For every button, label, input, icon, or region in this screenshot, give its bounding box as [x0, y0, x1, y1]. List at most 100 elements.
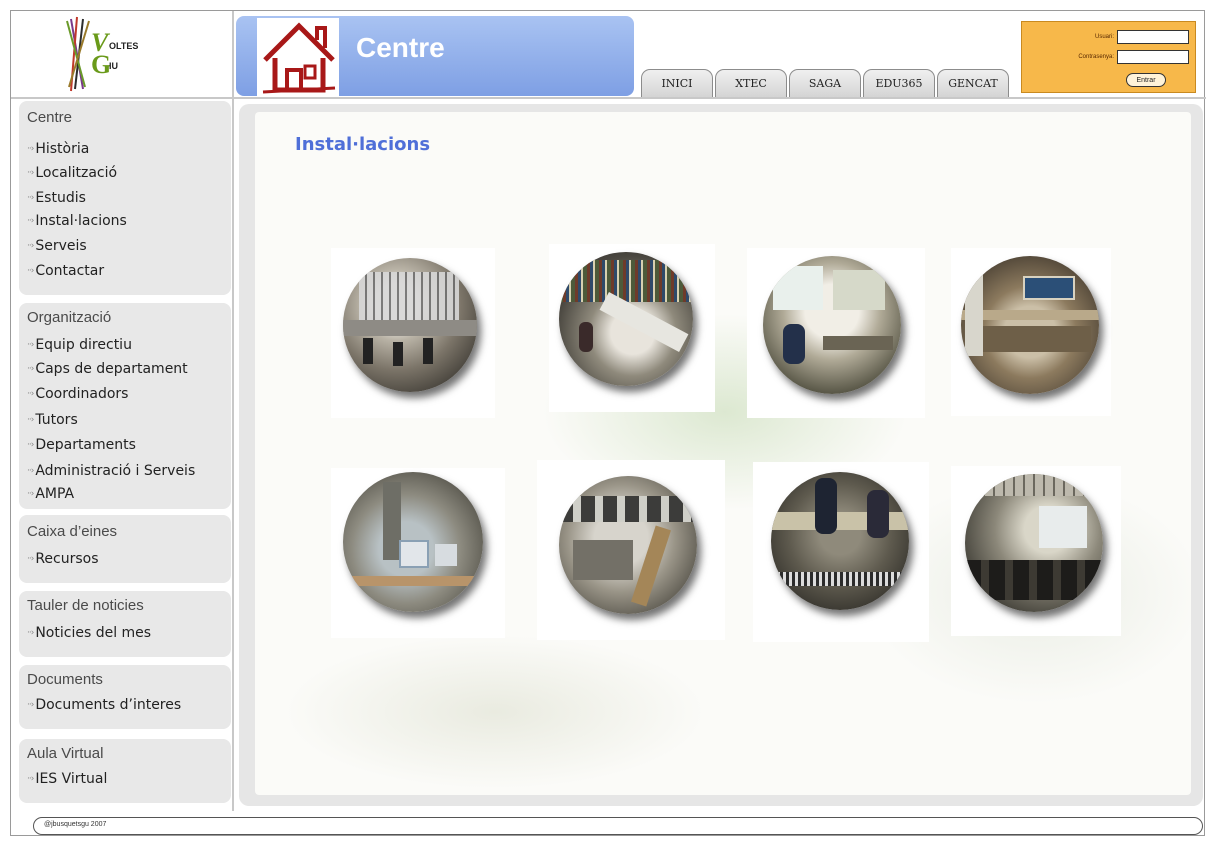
sidebar-item-label: IES Virtual: [35, 771, 108, 787]
sidebar-section-aula-virtual: Aula Virtual ··› IES Virtual: [19, 739, 231, 803]
sidebar-item-ies-virtual[interactable]: ··› IES Virtual: [27, 771, 107, 787]
tab-gencat[interactable]: GENCAT: [937, 69, 1009, 97]
login-panel: Usuari: Contrasenya: Entrar: [1021, 21, 1196, 93]
sidebar-section-centre: Centre ··› Història ··› Localització ··› Es…: [19, 101, 231, 295]
header-title: Centre: [356, 32, 445, 63]
arrow-icon: ··›: [27, 168, 34, 178]
photo-circle: [343, 258, 477, 392]
tab-inici[interactable]: INICI: [641, 69, 713, 97]
arrow-icon: ··›: [27, 415, 34, 425]
sidebar-item-label: Serveis: [35, 238, 87, 254]
tab-saga[interactable]: SAGA: [789, 69, 861, 97]
sidebar-item-equip-directiu[interactable]: ··› Equip directiu: [27, 337, 132, 353]
footer-bar: @jbusquetsgu 2007: [33, 817, 1203, 835]
arrow-icon: ··›: [27, 193, 34, 203]
sidebar-item-label: Contactar: [35, 263, 105, 279]
page-frame: V OLTES G IU Centre INICI XTEC SAGA EDU3…: [10, 10, 1206, 836]
school-logo[interactable]: V OLTES G IU: [11, 11, 231, 97]
sidebar-section-documents: Documents ··› Documents d’interes: [19, 665, 231, 729]
sidebar-item-noticies-del-mes[interactable]: ··› Noticies del mes: [27, 625, 151, 641]
sidebar-item-label: Tutors: [35, 412, 78, 428]
arrow-icon: ··›: [27, 554, 34, 564]
sidebar-item-label: AMPA: [35, 486, 75, 502]
sidebar-item-serveis[interactable]: ··› Serveis: [27, 238, 87, 254]
sidebar-item-documents-dinteres[interactable]: ··› Documents d’interes: [27, 697, 181, 713]
sidebar-item-label: Recursos: [35, 551, 99, 567]
sidebar-section-organitzacio: Organització ··› Equip directiu ··› Caps d…: [19, 303, 231, 509]
password-input[interactable]: [1117, 50, 1189, 64]
facility-photo-classroom-2[interactable]: [951, 248, 1111, 416]
arrow-icon: ··›: [27, 774, 34, 784]
house-icon: [257, 18, 339, 96]
arrow-icon: ··›: [27, 241, 34, 251]
arrow-icon: ··›: [27, 389, 34, 399]
user-input[interactable]: [1117, 30, 1189, 44]
sidebar-item-label: Història: [35, 141, 90, 157]
arrow-icon: ··›: [27, 364, 34, 374]
vertical-divider: [232, 11, 234, 811]
facility-photo-workshop[interactable]: [753, 462, 929, 642]
sidebar-item-label: Departaments: [35, 437, 136, 453]
tab-xtec[interactable]: XTEC: [715, 69, 787, 97]
arrow-icon: ··›: [27, 628, 34, 638]
sidebar-item-recursos[interactable]: ··› Recursos: [27, 551, 99, 567]
arrow-icon: ··›: [27, 216, 34, 226]
sidebar-item-label: Caps de departament: [35, 361, 188, 377]
facility-photo-library[interactable]: [549, 244, 715, 412]
facility-photo-classroom-1[interactable]: [747, 248, 925, 418]
sidebar-title-caixa-deines: Caixa d’eines: [27, 523, 118, 540]
sidebar-item-caps-de-departament[interactable]: ··› Caps de departament: [27, 361, 188, 377]
sidebar-item-localitzacio[interactable]: ··› Localització: [27, 165, 117, 181]
sidebar-item-label: Estudis: [35, 190, 86, 206]
top-nav-tabs: INICI XTEC SAGA EDU365 GENCAT: [641, 69, 1011, 97]
login-button[interactable]: Entrar: [1126, 73, 1166, 87]
footer-copyright: @jbusquetsgu 2007: [44, 821, 107, 828]
user-label: Usuari:: [1094, 34, 1114, 40]
sidebar-section-caixa-deines: Caixa d’eines ··› Recursos: [19, 515, 231, 583]
photo-circle: [559, 476, 697, 614]
photo-circle: [343, 472, 483, 612]
facility-photo-projection-room[interactable]: [951, 466, 1121, 636]
facility-photo-cafeteria[interactable]: [331, 248, 495, 418]
sidebar-item-label: Documents d’interes: [35, 697, 182, 713]
arrow-icon: ··›: [27, 144, 34, 154]
sidebar-item-contactar[interactable]: ··› Contactar: [27, 263, 104, 279]
arrow-icon: ··›: [27, 340, 34, 350]
sidebar-item-coordinadors[interactable]: ··› Coordinadors: [27, 386, 128, 402]
sidebar-item-tutors[interactable]: ··› Tutors: [27, 412, 78, 428]
sidebar-item-ampa[interactable]: ··› AMPA: [27, 486, 74, 502]
sidebar-item-instal-lacions[interactable]: ··› Instal·lacions: [27, 213, 127, 229]
sidebar-title-organitzacio: Organització: [27, 309, 112, 326]
arrow-icon: ··›: [27, 266, 34, 276]
photo-circle: [559, 252, 693, 386]
photo-circle: [763, 256, 901, 394]
tab-edu365[interactable]: EDU365: [863, 69, 935, 97]
sidebar-item-label: Equip directiu: [35, 337, 132, 353]
sidebar-item-label: Localització: [35, 165, 118, 181]
sidebar-title-documents: Documents: [27, 671, 103, 688]
arrow-icon: ··›: [27, 489, 34, 499]
sidebar-item-departaments[interactable]: ··› Departaments: [27, 437, 136, 453]
sidebar-title-tauler-de-noticies: Tauler de noticies: [27, 597, 144, 614]
arrow-icon: ··›: [27, 700, 34, 710]
header-banner: Centre: [236, 16, 634, 96]
content-panel: Instal·lacions: [239, 104, 1203, 806]
arrow-icon: ··›: [27, 440, 34, 450]
sidebar-item-label: Administració i Serveis: [35, 463, 196, 479]
sidebar-title-aula-virtual: Aula Virtual: [27, 745, 104, 762]
arrow-icon: ··›: [27, 466, 34, 476]
photo-circle: [961, 256, 1099, 394]
sidebar-item-historia[interactable]: ··› Història: [27, 141, 89, 157]
page-title: Instal·lacions: [295, 134, 431, 155]
sidebar-item-label: Noticies del mes: [35, 625, 152, 641]
facility-photo-computer-lab-2[interactable]: [537, 460, 725, 640]
photo-circle: [965, 474, 1103, 612]
sidebar-item-administracio-i-serveis[interactable]: ··› Administració i Serveis: [27, 463, 195, 479]
logo-line2: IU: [109, 61, 118, 71]
sidebar-item-estudis[interactable]: ··› Estudis: [27, 190, 86, 206]
content-area: Instal·lacions: [255, 112, 1191, 795]
sidebar-title-centre: Centre: [27, 109, 73, 126]
facility-photo-computer-lab-1[interactable]: [331, 468, 505, 638]
logo-line1: OLTES: [109, 41, 138, 51]
sidebar-section-tauler-de-noticies: Tauler de noticies ··› Noticies del mes: [19, 591, 231, 657]
